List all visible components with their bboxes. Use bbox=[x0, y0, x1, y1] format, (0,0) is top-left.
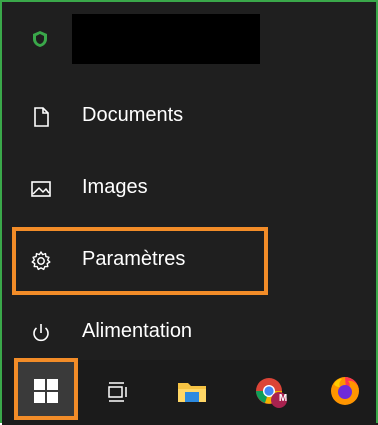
shield-icon bbox=[32, 30, 48, 48]
start-button[interactable] bbox=[14, 358, 78, 420]
chrome-profile-badge: M bbox=[278, 393, 288, 404]
task-view-button[interactable] bbox=[98, 360, 138, 425]
windows-start-icon bbox=[33, 378, 59, 409]
start-menu: Documents Images Paramètres Alimentation bbox=[0, 0, 378, 425]
menu-item-alimentation[interactable]: Alimentation bbox=[2, 306, 378, 362]
menu-item-documents[interactable]: Documents bbox=[2, 90, 378, 146]
chrome-button[interactable]: M bbox=[248, 360, 296, 425]
menu-item-label: Documents bbox=[82, 104, 184, 126]
menu-item-label: Images bbox=[82, 176, 148, 198]
file-explorer-button[interactable] bbox=[170, 360, 214, 425]
highlight-parametres bbox=[12, 227, 268, 295]
power-icon bbox=[30, 322, 52, 344]
task-view-icon bbox=[106, 380, 130, 409]
menu-item-images[interactable]: Images bbox=[2, 162, 378, 218]
taskbar: M bbox=[2, 358, 378, 425]
menu-item-label: Alimentation bbox=[82, 320, 193, 342]
firefox-button[interactable] bbox=[320, 360, 368, 425]
document-icon bbox=[30, 106, 52, 128]
profile-row[interactable] bbox=[2, 2, 378, 72]
redacted-user-name bbox=[72, 14, 260, 64]
firefox-icon bbox=[328, 374, 362, 413]
file-explorer-icon bbox=[176, 378, 208, 411]
image-icon bbox=[30, 178, 52, 200]
